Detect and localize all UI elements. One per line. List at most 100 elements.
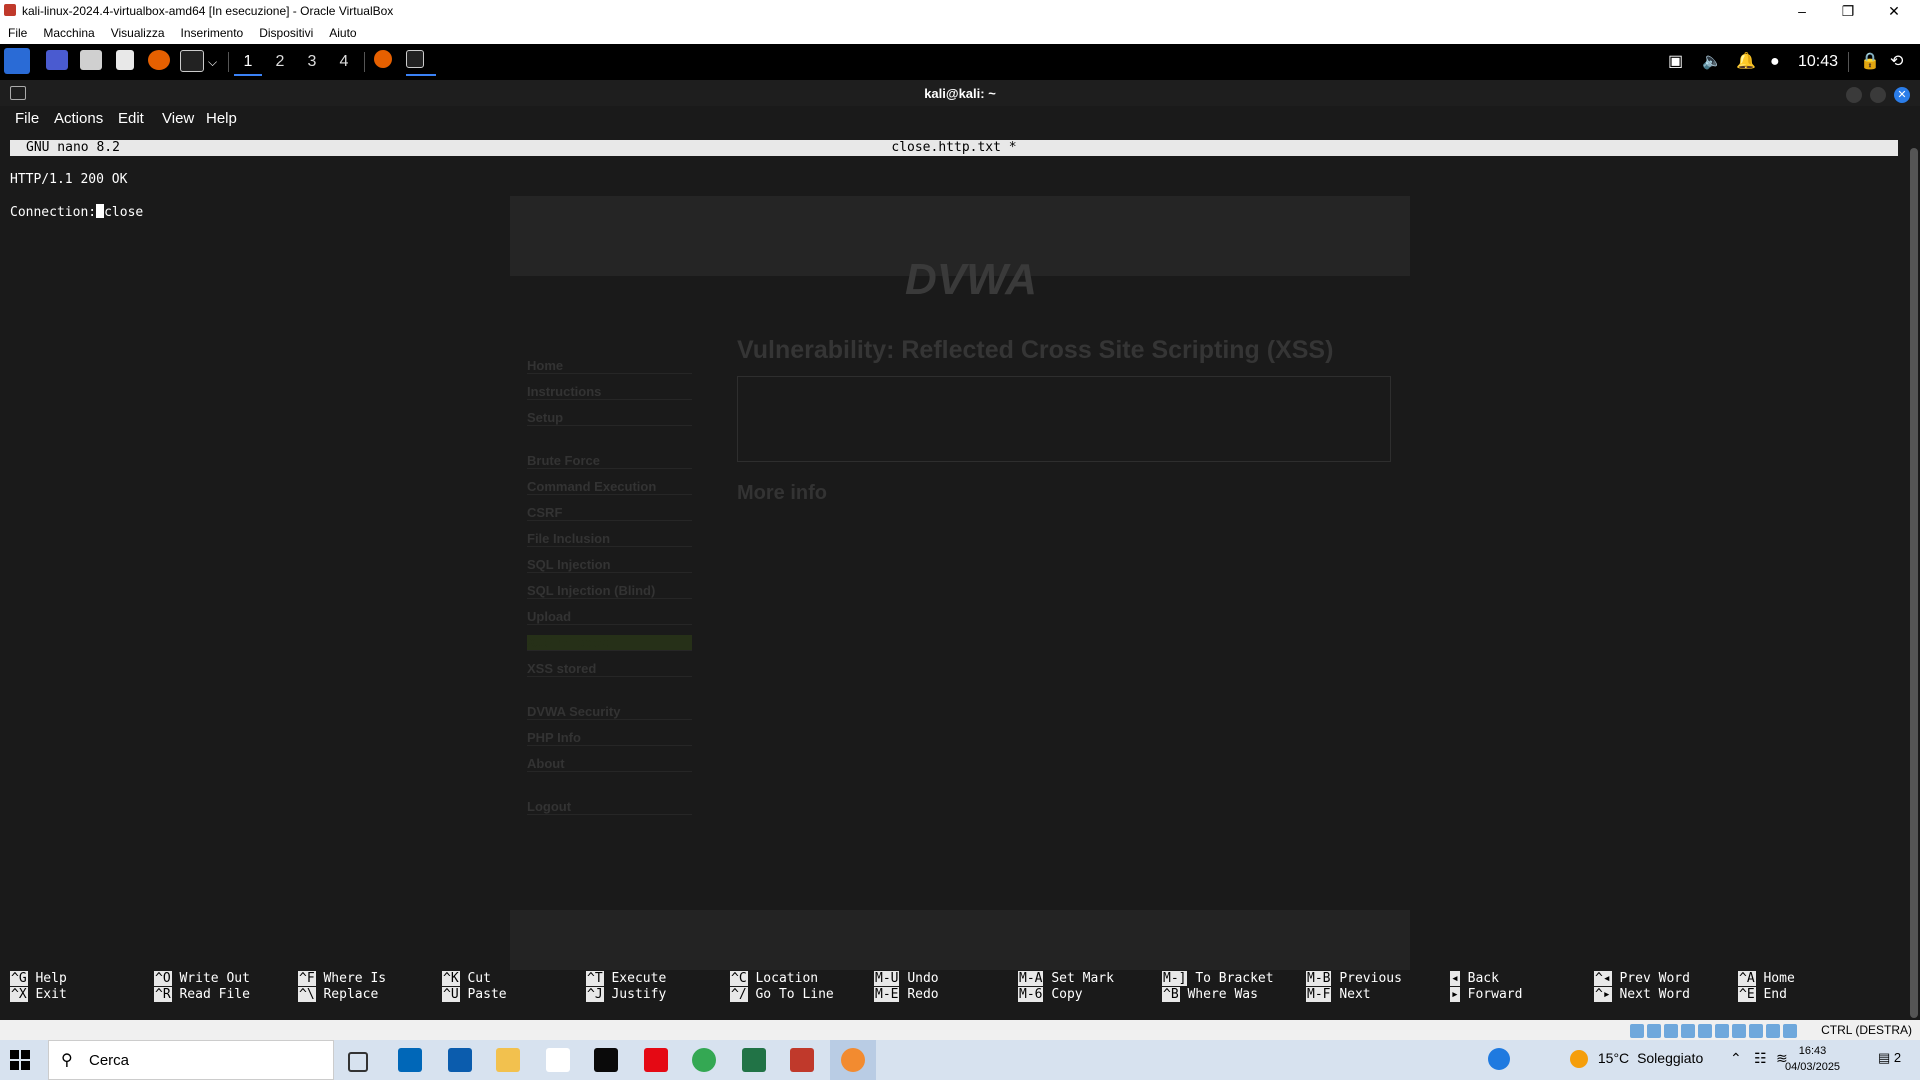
background-footer — [510, 910, 1410, 970]
notifications-icon[interactable]: 🔔 — [1736, 50, 1756, 74]
logout-icon[interactable]: ⟲ — [1890, 50, 1903, 74]
xfce-panel: ⌵ 1 2 3 4 ▣ 🔈 🔔 ● 10:43 🔒 ⟲ — [0, 44, 1920, 80]
windows-start-button[interactable] — [10, 1050, 30, 1070]
background-menu-item: XSS stored — [527, 661, 692, 677]
amazon-icon[interactable] — [546, 1048, 570, 1072]
nano-line-1[interactable]: HTTP/1.1 200 OK — [10, 172, 127, 187]
netflix-icon[interactable] — [644, 1048, 668, 1072]
workspace-2[interactable]: 2 — [266, 50, 294, 74]
minimize-button[interactable]: – — [1782, 2, 1822, 20]
kali-menu-icon[interactable] — [4, 48, 30, 74]
network-icon[interactable] — [1681, 1023, 1695, 1038]
desktop-icon[interactable] — [46, 50, 68, 74]
text-editor-icon[interactable] — [116, 50, 134, 74]
weather-desc: Soleggiato — [1637, 1050, 1704, 1066]
chevron-up-icon[interactable]: ⌃ — [1730, 1050, 1742, 1067]
background-menu-item: SQL Injection — [527, 557, 692, 573]
mouse-integration-icon[interactable] — [1766, 1023, 1780, 1038]
help-icon[interactable] — [1488, 1048, 1510, 1070]
weather-widget[interactable]: 15°C Soleggiato — [1570, 1050, 1704, 1069]
vbox-statusbar: CTRL (DESTRA) — [0, 1020, 1920, 1040]
vbox-titlebar: kali-linux-2024.4-virtualbox-amd64 [In e… — [0, 0, 1920, 22]
background-menu-item: Brute Force — [527, 453, 692, 469]
background-subheading: More info — [737, 482, 827, 504]
volume-icon[interactable]: 🔈 — [1702, 50, 1722, 74]
lock-icon[interactable]: 🔒 — [1860, 50, 1880, 74]
display-icon[interactable]: ▣ — [1668, 50, 1683, 74]
terminal-maximize-button[interactable] — [1870, 87, 1886, 103]
background-menu-item: Setup — [527, 410, 692, 426]
terminal-menu-edit[interactable]: Edit — [118, 110, 144, 127]
terminal-menu-view[interactable]: View — [162, 110, 194, 127]
background-menu-item: About — [527, 756, 692, 772]
terminal-titlebar: kali@kali: ~ ✕ — [0, 80, 1920, 106]
host-key-label: CTRL (DESTRA) — [1821, 1023, 1912, 1037]
vbox-menu-macchina[interactable]: Macchina — [35, 22, 102, 44]
nano-shortcut: M-U Undo M-E Redo — [874, 971, 939, 1002]
terminal-menubar: File Actions Edit View Help — [0, 106, 1920, 130]
vbox-menu-dispositivi[interactable]: Dispositivi — [251, 22, 321, 44]
vbox-menu-aiuto[interactable]: Aiuto — [321, 22, 364, 44]
chrome-icon[interactable] — [692, 1048, 716, 1072]
terminal-icon[interactable] — [180, 50, 204, 74]
nano-shortcut: M-A Set Mark M-6 Copy — [1018, 971, 1114, 1002]
text-cursor — [96, 204, 105, 218]
display-status-icon[interactable] — [1732, 1023, 1746, 1038]
terminal-menu-help[interactable]: Help — [206, 110, 237, 127]
task-view-icon[interactable] — [348, 1052, 368, 1072]
mail-icon[interactable] — [448, 1048, 472, 1072]
chevron-down-icon[interactable]: ⌵ — [208, 50, 217, 74]
background-logo: DVWA — [905, 255, 1037, 304]
terminal-title: kali@kali: ~ — [924, 86, 996, 101]
usb-icon[interactable] — [1698, 1023, 1712, 1038]
task-firefox-icon[interactable] — [374, 50, 392, 74]
taskbar-search-box[interactable]: ⚲ Cerca — [48, 1040, 334, 1080]
task-terminal-icon[interactable] — [406, 50, 436, 76]
virtualbox-taskbar-icon[interactable] — [790, 1048, 814, 1072]
firefox-icon[interactable] — [148, 50, 170, 74]
vbox-menu-visualizza[interactable]: Visualizza — [103, 22, 173, 44]
vbox-menu-file[interactable]: File — [0, 22, 35, 44]
storage-icon[interactable] — [1630, 1023, 1644, 1038]
nano-shortcut-bar: ^G Help ^X Exit ^O Write Out ^R Read File … — [10, 971, 1910, 1005]
power-status-icon[interactable]: ● — [1770, 50, 1780, 74]
guest-display: ⌵ 1 2 3 4 ▣ 🔈 🔔 ● 10:43 🔒 ⟲ DVWA Vulnera… — [0, 44, 1920, 1054]
close-button[interactable]: ✕ — [1874, 2, 1914, 20]
background-menu-item: Logout — [527, 799, 692, 815]
store-icon[interactable] — [398, 1048, 422, 1072]
recording-icon[interactable] — [1749, 1023, 1763, 1038]
workspace-1[interactable]: 1 — [234, 50, 262, 76]
nano-shortcut: ^◂ Prev Word ^▸ Next Word — [1594, 971, 1690, 1002]
keyboard-icon[interactable] — [1783, 1023, 1797, 1038]
vbox-menu-inserimento[interactable]: Inserimento — [173, 22, 252, 44]
sun-icon — [1570, 1050, 1588, 1069]
terminal-scrollbar[interactable] — [1910, 148, 1918, 1018]
optical-drive-icon[interactable] — [1647, 1023, 1661, 1038]
network-tray-icon[interactable]: ☷ — [1754, 1050, 1767, 1067]
notification-center-icon[interactable]: ▤ 2 — [1878, 1050, 1901, 1066]
code-editor-icon[interactable] — [742, 1048, 766, 1072]
workspace-4[interactable]: 4 — [330, 50, 358, 74]
nano-shortcut: ^O Write Out ^R Read File — [154, 971, 250, 1002]
search-label: Cerca — [89, 1052, 130, 1069]
discord-icon[interactable] — [841, 1048, 865, 1072]
window-title: kali-linux-2024.4-virtualbox-amd64 [In e… — [22, 4, 394, 18]
terminal-close-button[interactable]: ✕ — [1894, 87, 1910, 103]
audio-icon[interactable] — [1664, 1023, 1678, 1038]
taskbar-clock[interactable]: 16:43 04/03/2025 — [1785, 1043, 1840, 1075]
terminal-minimize-button[interactable] — [1846, 87, 1862, 103]
file-manager-icon[interactable] — [80, 50, 102, 74]
panel-clock[interactable]: 10:43 — [1798, 50, 1838, 74]
nano-filename: close.http.txt * — [891, 140, 1017, 155]
dropbox-icon[interactable] — [594, 1048, 618, 1072]
shared-folder-icon[interactable] — [1715, 1023, 1729, 1038]
nano-shortcut: M-] To Bracket ^B Where Was — [1162, 971, 1274, 1002]
background-menu-item: PHP Info — [527, 730, 692, 746]
nano-line-2-prefix: Connection: — [10, 205, 97, 220]
explorer-icon[interactable] — [496, 1048, 520, 1072]
nano-line-2[interactable]: Connection: close — [10, 204, 143, 220]
terminal-menu-actions[interactable]: Actions — [54, 110, 103, 127]
terminal-menu-file[interactable]: File — [15, 110, 39, 127]
workspace-3[interactable]: 3 — [298, 50, 326, 74]
restore-button[interactable]: ❐ — [1828, 2, 1868, 20]
